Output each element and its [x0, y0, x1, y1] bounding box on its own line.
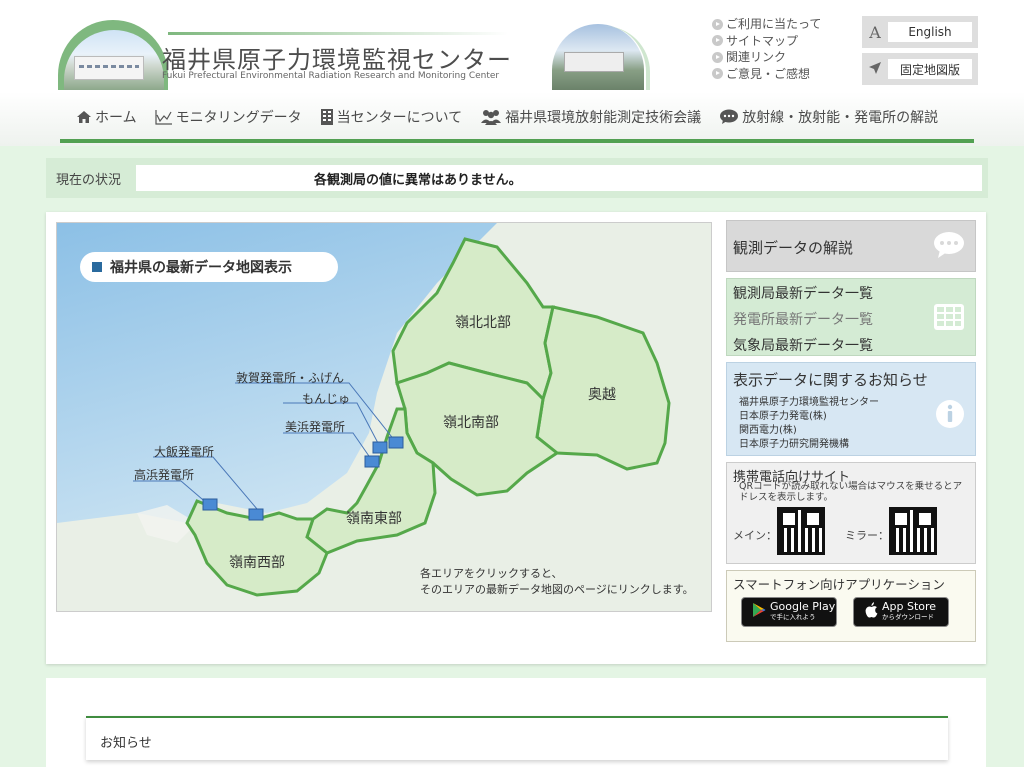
nav-about-center[interactable]: 当センターについて	[320, 107, 462, 127]
chart-icon	[154, 110, 172, 125]
building-shape	[74, 56, 144, 80]
nav-technical-council[interactable]: 福井県環境放射能測定技術会議	[480, 107, 701, 127]
apple-icon	[860, 602, 882, 622]
people-icon	[481, 110, 502, 125]
map-instruction: 各エリアをクリックすると、 そのエリアの最新データ地図のページにリンクします。	[420, 567, 694, 596]
speech-bubble-icon	[720, 109, 739, 124]
notice-title: お知らせ	[100, 736, 152, 751]
grid-table-icon	[934, 304, 964, 330]
map-title: 福井県の最新データ地図表示	[80, 252, 338, 282]
plant-marker-takahama[interactable]	[202, 498, 218, 511]
plant-marker-mihama[interactable]	[364, 455, 380, 468]
utility-links: ご利用に当たって サイトマップ 関連リンク ご意見・ご感想	[712, 16, 821, 82]
google-play-button[interactable]: Google Play で手に入れよう	[741, 597, 837, 627]
arrow-circle-icon	[712, 18, 723, 30]
mobile-site-panel: 携帯電話向けサイト QRコードが読み取れない場合はマウスを乗せるとアドレスを表示…	[726, 462, 976, 564]
plant-marker-ohi[interactable]	[248, 508, 264, 521]
info-icon	[936, 400, 964, 428]
main-nav: ホーム モニタリングデータ 当センターについて 福井県環境放射能測定技術会議 放…	[76, 106, 956, 128]
location-arrow-icon	[862, 60, 888, 79]
station-list-link[interactable]: 観測局最新データ一覧	[733, 283, 873, 303]
smartphone-app-panel: スマートフォン向けアプリケーション Google Play で手に入れよう App…	[726, 570, 976, 642]
data-notices-button[interactable]: 表示データに関するお知らせ 福井県原子力環境監視センター 日本原子力発電(株) …	[726, 362, 976, 456]
region-label-reinan-west[interactable]: 嶺南西部	[229, 552, 285, 572]
util-link-usage[interactable]: ご利用に当たって	[712, 16, 821, 33]
util-link-sitemap[interactable]: サイトマップ	[712, 33, 821, 50]
building-icon	[320, 109, 333, 125]
region-label-okuetsu[interactable]: 奥越	[588, 384, 616, 404]
english-button[interactable]: A English	[862, 16, 978, 48]
plant-marker-tsuruga[interactable]	[388, 436, 404, 449]
arrow-circle-icon	[712, 51, 723, 63]
fixed-map-label: 固定地図版	[888, 59, 972, 79]
nav-accent-bar	[60, 139, 974, 143]
square-bullet-icon	[92, 262, 102, 272]
google-play-icon	[748, 602, 770, 622]
plant-label-monju[interactable]: もんじゅ	[302, 390, 350, 407]
english-label: English	[888, 22, 972, 42]
plant-label-ohi[interactable]: 大飯発電所	[154, 443, 214, 460]
nav-home[interactable]: ホーム	[76, 107, 137, 127]
notice-section: お知らせ	[86, 716, 948, 760]
plant-label-takahama[interactable]: 高浜発電所	[134, 466, 194, 483]
status-message: 各観測局の値に異常はありません。	[314, 173, 522, 188]
data-list-panel: 観測局最新データ一覧 発電所最新データ一覧 気象局最新データ一覧	[726, 278, 976, 356]
letter-a-icon: A	[869, 22, 881, 42]
qr-code-main[interactable]	[777, 507, 825, 555]
plant-label-mihama[interactable]: 美浜発電所	[285, 418, 345, 435]
site-title[interactable]: 福井県原子力環境監視センター	[162, 40, 512, 75]
util-link-feedback[interactable]: ご意見・ご感想	[712, 66, 821, 83]
status-message-box: 各観測局の値に異常はありません。	[136, 165, 982, 191]
arrow-circle-icon	[712, 35, 723, 47]
title-accent-line	[168, 32, 508, 35]
speech-bubble-icon	[934, 232, 964, 258]
region-label-reinan-east[interactable]: 嶺南東部	[346, 508, 402, 528]
site-subtitle: Fukui Prefectural Environmental Radiatio…	[162, 71, 500, 81]
weather-list-link[interactable]: 気象局最新データ一覧	[733, 335, 873, 355]
status-panel: 現在の状況 各観測局の値に異常はありません。	[46, 158, 988, 198]
nav-radiation-explanation[interactable]: 放射線・放射能・発電所の解説	[719, 107, 938, 127]
home-icon	[77, 111, 91, 123]
nav-monitoring-data[interactable]: モニタリングデータ	[154, 107, 302, 127]
fixed-map-button[interactable]: 固定地図版	[862, 53, 978, 85]
region-label-reihoku-north[interactable]: 嶺北北部	[455, 312, 511, 332]
plant-marker-monju[interactable]	[372, 441, 388, 454]
plant-list-link[interactable]: 発電所最新データ一覧	[733, 309, 873, 329]
plant-label-tsuruga[interactable]: 敦賀発電所・ふげん	[236, 369, 344, 386]
qr-code-mirror[interactable]	[889, 507, 937, 555]
util-link-related[interactable]: 関連リンク	[712, 49, 821, 66]
arrow-circle-icon	[712, 68, 723, 80]
app-store-button[interactable]: App Store からダウンロード	[853, 597, 949, 627]
status-label: 現在の状況	[56, 173, 122, 188]
commentary-button[interactable]: 観測データの解説	[726, 220, 976, 272]
region-label-reihoku-south[interactable]: 嶺北南部	[443, 412, 499, 432]
